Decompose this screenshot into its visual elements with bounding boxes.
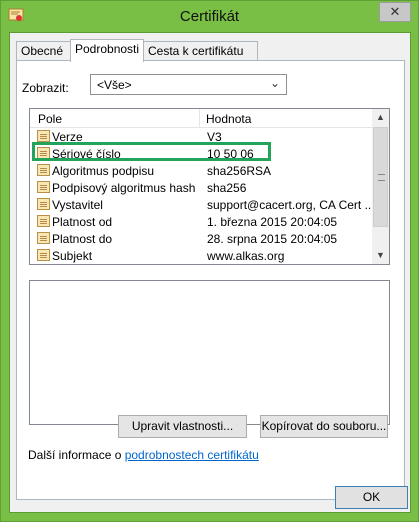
show-dropdown[interactable]: <Vše> ⌄ xyxy=(90,74,287,95)
certificate-field-icon xyxy=(37,232,50,244)
more-info-line: Další informace o podrobnostech certifik… xyxy=(28,448,259,462)
scroll-thumb[interactable] xyxy=(373,127,388,227)
field-name: Sériové číslo xyxy=(52,147,121,161)
list-item[interactable]: Subjekt www.alkas.org xyxy=(30,247,372,264)
field-name: Verze xyxy=(52,130,83,144)
list-item[interactable]: Vystavitel support@cacert.org, CA Cert .… xyxy=(30,196,375,213)
list-item[interactable]: Verze V3 xyxy=(30,128,372,145)
list-item[interactable]: Sériové číslo 10 50 06 xyxy=(30,145,372,162)
certificate-field-icon xyxy=(37,147,50,159)
scroll-up-arrow-icon[interactable]: ▲ xyxy=(372,109,389,126)
field-value: V3 xyxy=(207,130,222,144)
column-header-value[interactable]: Hodnota xyxy=(206,112,251,126)
list-item[interactable]: Podpisový algoritmus hash sha256 xyxy=(30,179,372,196)
close-icon: ✕ xyxy=(389,4,401,19)
copy-to-file-button[interactable]: Kopírovat do souboru... xyxy=(260,415,388,438)
list-header: Pole Hodnota xyxy=(30,109,372,128)
field-name: Algoritmus podpisu xyxy=(52,164,155,178)
ok-button[interactable]: OK xyxy=(335,486,408,509)
show-dropdown-value: <Vše> xyxy=(97,78,132,92)
field-value: www.alkas.org xyxy=(207,249,285,263)
field-value: sha256RSA xyxy=(207,164,272,178)
list-item[interactable]: Platnost do 28. srpna 2015 20:04:05 xyxy=(30,230,372,247)
column-divider[interactable] xyxy=(199,109,200,127)
list-item[interactable]: Platnost od 1. března 2015 20:04:05 xyxy=(30,213,372,230)
field-value: 1. března 2015 20:04:05 xyxy=(207,215,338,229)
window-title: Certifikát xyxy=(179,8,240,25)
column-header-field[interactable]: Pole xyxy=(38,112,62,126)
certificate-field-icon xyxy=(37,215,50,227)
more-info-text: Další informace o xyxy=(28,448,125,462)
field-name: Vystavitel xyxy=(52,198,103,212)
certificate-field-icon xyxy=(37,249,50,261)
grip-icon xyxy=(378,174,385,181)
show-label: Zobrazit: xyxy=(22,81,69,95)
certificate-field-icon xyxy=(37,130,50,142)
vertical-scrollbar[interactable]: ▲ ▼ xyxy=(372,109,389,264)
tab-certification-path[interactable]: Cesta k certifikátu xyxy=(143,41,258,60)
field-name: Podpisový algoritmus hash xyxy=(52,181,196,195)
close-button[interactable]: ✕ xyxy=(379,2,411,22)
field-detail-box[interactable] xyxy=(29,280,390,425)
tab-general[interactable]: Obecné xyxy=(16,41,71,60)
list-item[interactable]: Algoritmus podpisu sha256RSA xyxy=(30,162,372,179)
certificate-field-icon xyxy=(37,198,50,210)
field-value: sha256 xyxy=(207,181,247,195)
field-value: support@cacert.org, CA Cert ... xyxy=(207,198,375,212)
certificate-field-icon xyxy=(37,181,50,193)
field-value: 28. srpna 2015 20:04:05 xyxy=(207,232,338,246)
scroll-down-arrow-icon[interactable]: ▼ xyxy=(372,247,389,264)
tab-details[interactable]: Podrobnosti xyxy=(70,39,144,62)
certificate-field-icon xyxy=(37,164,50,176)
edit-properties-button[interactable]: Upravit vlastnosti... xyxy=(118,415,247,438)
details-link[interactable]: podrobnostech certifikátu xyxy=(125,448,259,462)
field-name: Platnost do xyxy=(52,232,113,246)
field-name: Platnost od xyxy=(52,215,113,229)
chevron-down-icon: ⌄ xyxy=(269,76,280,90)
field-name: Subjekt xyxy=(52,249,93,263)
fields-list[interactable]: Pole Hodnota Verze V3 Sériové číslo 10 5… xyxy=(29,108,390,265)
title-bar[interactable]: Certifikát ✕ xyxy=(1,1,418,32)
dialog-body: Obecné Podrobnosti Cesta k certifikátu Z… xyxy=(9,32,411,513)
field-value: 10 50 06 xyxy=(207,147,254,161)
certificate-window: Certifikát ✕ Obecné Podrobnosti Cesta k … xyxy=(0,0,419,522)
